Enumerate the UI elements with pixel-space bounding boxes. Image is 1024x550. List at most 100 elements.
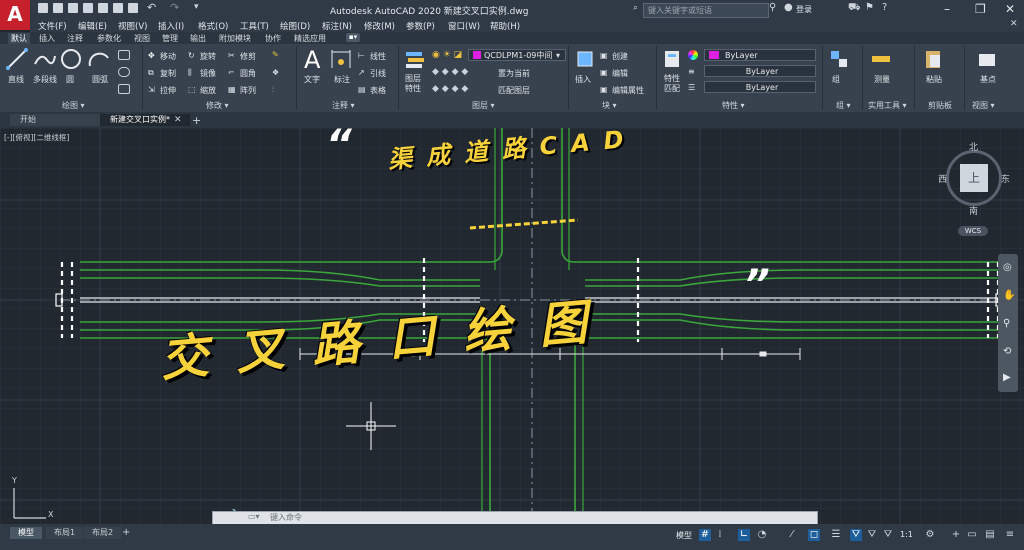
arc-tool-icon[interactable] (88, 48, 110, 70)
zoom-icon[interactable]: ⚲ (1003, 318, 1010, 329)
base-view-label[interactable]: 基点 (980, 74, 996, 85)
menu-format[interactable]: 格式(O) (198, 20, 228, 32)
polyline-tool-label[interactable]: 多段线 (33, 74, 57, 85)
help-icon[interactable]: ? (882, 2, 887, 13)
rectangle-tool-icon[interactable] (118, 50, 130, 60)
color-wheel-icon[interactable] (688, 50, 698, 60)
line-tool-label[interactable]: 直线 (8, 74, 24, 85)
linear-dim-icon[interactable]: ⊢ (358, 51, 365, 60)
command-line-input[interactable] (212, 511, 818, 525)
group-icon[interactable] (828, 48, 850, 70)
tab-layout1[interactable]: 布局1 (46, 527, 84, 539)
line-tool-icon[interactable] (6, 48, 28, 70)
undo-icon[interactable]: ↶ (147, 1, 156, 14)
isodraft-icon[interactable]: ⁄ (786, 529, 798, 541)
group-panel-label[interactable]: 组 ▾ (836, 100, 851, 111)
app-menu-button[interactable]: A (0, 0, 30, 30)
trim-icon[interactable]: ✂ (228, 51, 235, 60)
orbit-icon[interactable]: ⟲ (1003, 346, 1011, 357)
annotation-scale-icon[interactable]: ⛛ (882, 529, 894, 541)
dimension-tool-icon[interactable] (330, 48, 352, 70)
autoscale-icon[interactable]: ⛛ (866, 529, 878, 541)
scale-label[interactable]: 缩放 (200, 85, 216, 96)
close-icon[interactable]: ✕ (1005, 2, 1015, 16)
save-icon[interactable] (68, 3, 78, 13)
linetype-dropdown[interactable]: ByLayer (704, 65, 816, 77)
layer-dropdown-arrow-icon[interactable]: ▾ (556, 51, 560, 60)
linear-dim-label[interactable]: 线性 (370, 51, 386, 62)
tab-featured-apps[interactable]: 精选应用 (291, 33, 329, 44)
block-panel-label[interactable]: 块 ▾ (602, 100, 617, 111)
layer-state-icons[interactable]: ◉ ☀ ◪ (432, 50, 462, 60)
leader-icon[interactable]: ↗ (358, 68, 365, 77)
menu-modify[interactable]: 修改(M) (364, 20, 395, 32)
compass-north[interactable]: 北 (969, 140, 978, 153)
cart-icon[interactable]: ⛟ (848, 2, 861, 15)
stretch-label[interactable]: 拉伸 (160, 85, 176, 96)
print-icon[interactable] (113, 3, 123, 13)
autodesk-a360-icon[interactable]: ⚑ (865, 2, 874, 13)
annotation-visibility-icon[interactable]: ⛛ (850, 529, 862, 541)
fillet-icon[interactable]: ⌐ (228, 68, 235, 77)
object-snap-toggle-icon[interactable]: ◻ (808, 529, 820, 541)
tab-layout2[interactable]: 布局2 (84, 527, 122, 539)
lineweight-dropdown[interactable]: ByLayer (704, 81, 816, 93)
modify-panel-label[interactable]: 修改 ▾ (206, 100, 229, 111)
viewport-label[interactable]: [-][俯视][二维线框] (4, 132, 69, 143)
hatch-tool-icon[interactable] (118, 84, 130, 94)
menu-dimension[interactable]: 标注(N) (322, 20, 352, 32)
menu-window[interactable]: 窗口(W) (448, 20, 480, 32)
units-icon[interactable]: ▭ (966, 529, 978, 541)
mirror-label[interactable]: 镜像 (200, 68, 216, 79)
redo-icon[interactable]: ↷ (170, 1, 179, 14)
compass-west[interactable]: 西 (938, 172, 947, 185)
search-icon[interactable]: ⚲ (769, 2, 776, 13)
signin-link[interactable]: 登录 (796, 4, 812, 15)
text-tool-icon[interactable]: A (304, 46, 320, 74)
lineweight-toggle-icon[interactable]: ☰ (830, 529, 842, 541)
stretch-icon[interactable]: ⇲ (148, 85, 155, 94)
draw-panel-label[interactable]: 绘图 ▾ (62, 100, 85, 111)
customization-menu-icon[interactable]: ≡ (1004, 529, 1016, 541)
viewcube-top-face[interactable]: 上 (960, 164, 988, 192)
layer-dropdown[interactable]: QCDLPM1-09中间 (468, 49, 566, 61)
new-file-icon[interactable] (38, 3, 48, 13)
menu-tools[interactable]: 工具(T) (240, 20, 269, 32)
properties-panel-label[interactable]: 特性 ▾ (722, 100, 745, 111)
web-mobile-icon[interactable] (98, 3, 108, 13)
minimize-icon[interactable]: – (944, 2, 950, 16)
insert-block-icon[interactable] (574, 48, 596, 70)
create-block-icon[interactable]: ▣ (600, 51, 608, 60)
erase-icon[interactable]: ✎ (272, 50, 279, 59)
tab-model[interactable]: 模型 (10, 527, 42, 539)
scale-icon[interactable]: ⬚ (188, 85, 196, 94)
text-tool-label[interactable]: 文字 (304, 74, 320, 85)
ribbon-toggle-icon[interactable]: ▪▾ (346, 33, 360, 42)
menu-file[interactable]: 文件(F) (38, 20, 67, 32)
trim-label[interactable]: 修剪 (240, 51, 256, 62)
table-label[interactable]: 表格 (370, 85, 386, 96)
insert-block-label[interactable]: 插入 (575, 74, 591, 85)
move-label[interactable]: 移动 (160, 51, 176, 62)
copy-label[interactable]: 复制 (160, 68, 176, 79)
add-layout-icon[interactable]: + (122, 527, 130, 538)
table-icon[interactable]: ▤ (358, 85, 366, 94)
maximize-icon[interactable]: ❐ (975, 2, 986, 16)
circle-tool-label[interactable]: 圆 (66, 74, 74, 85)
menu-parametric[interactable]: 参数(P) (406, 20, 435, 32)
mirror-icon[interactable]: ⫼ (188, 68, 192, 78)
layer-properties-label[interactable]: 图层特性 (405, 74, 427, 94)
tab-addins[interactable]: 附加模块 (216, 33, 254, 44)
layer-properties-icon[interactable] (404, 48, 426, 70)
base-view-icon[interactable] (976, 48, 998, 70)
menu-insert[interactable]: 插入(I) (158, 20, 184, 32)
move-icon[interactable]: ✥ (148, 51, 155, 60)
copy-icon[interactable]: ⧉ (148, 68, 154, 78)
arc-tool-label[interactable]: 圆弧 (92, 74, 108, 85)
layer-tools-row2[interactable]: ◆ ◆ ◆ ◆ (432, 84, 468, 94)
edit-attributes-icon[interactable]: ▣ (600, 85, 608, 94)
layer-tools-row1[interactable]: ◆ ◆ ◆ ◆ (432, 67, 468, 77)
grid-toggle-icon[interactable]: # (699, 529, 711, 541)
workspace-gear-icon[interactable]: ⚙ (924, 529, 936, 541)
annotation-monitor-icon[interactable]: + (950, 529, 962, 541)
